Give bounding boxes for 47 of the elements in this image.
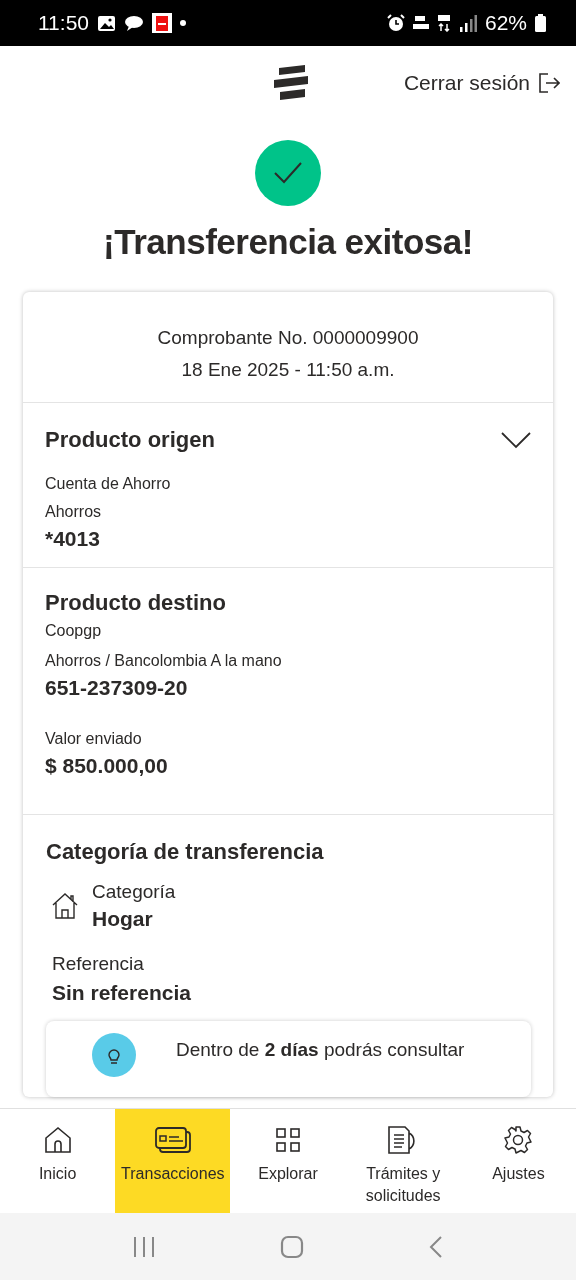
category-value: Hogar (92, 907, 154, 931)
back-icon[interactable] (429, 1234, 444, 1259)
account-type: Ahorros / Bancolombia A la mano (45, 652, 283, 670)
alarm-icon (386, 14, 405, 32)
beneficiary-name: Coopgp (45, 622, 103, 640)
cards-icon (153, 1125, 192, 1155)
home-button-icon[interactable] (280, 1234, 304, 1259)
nav-tab[interactable]: Trámites y solicitudes (345, 1109, 461, 1213)
home-icon (43, 1125, 72, 1155)
reference-label: Referencia (51, 953, 145, 975)
lightbulb-icon (92, 1033, 136, 1077)
logo-icon (272, 65, 310, 101)
receipt-date: 18 Ene 2025 - 11:50 a.m. (181, 359, 395, 381)
battery-percent: 62% (484, 11, 527, 35)
logout-icon (538, 72, 560, 94)
recent-apps-icon[interactable] (132, 1235, 155, 1258)
success-check-icon (255, 140, 321, 206)
account-number: 651-237309-20 (45, 676, 189, 700)
document-icon (152, 13, 172, 33)
nav-tab[interactable]: Inicio (0, 1109, 116, 1213)
nav-tab[interactable]: Explorar (230, 1109, 346, 1213)
grid-icon (275, 1125, 301, 1155)
clock-time: 11:50 (38, 11, 89, 35)
section-heading: Producto origen (45, 427, 215, 453)
dot-icon (180, 20, 186, 26)
gallery-icon (97, 14, 116, 32)
battery-icon (535, 14, 546, 32)
house-icon (52, 892, 78, 920)
signal-icon (458, 14, 477, 32)
settings-icon (504, 1125, 533, 1155)
success-title: ¡Transferencia exitosa! (103, 222, 473, 262)
account-number: *4013 (45, 527, 101, 551)
account-type: Ahorros (45, 503, 103, 521)
amount-label: Valor enviado (45, 730, 143, 748)
info-message: Dentro de 2 días podrás consultar (176, 1038, 465, 1061)
chevron-down-icon[interactable] (501, 431, 531, 449)
chat-icon (124, 14, 144, 32)
nav-tab[interactable]: Ajustes (460, 1109, 576, 1213)
reference-value: Sin referencia (51, 981, 192, 1005)
amount-value: $ 850.000,00 (45, 754, 169, 778)
section-heading: Producto destino (45, 590, 227, 616)
section-heading: Categoría de transferencia (46, 839, 325, 865)
logout-button[interactable]: Cerrar sesión (403, 71, 560, 95)
receipt-number: Comprobante No. 0000009900 (157, 327, 419, 349)
product-name: Cuenta de Ahorro (45, 475, 172, 493)
category-label: Categoría (92, 881, 176, 903)
nav-tab[interactable]: Transacciones (115, 1109, 231, 1213)
